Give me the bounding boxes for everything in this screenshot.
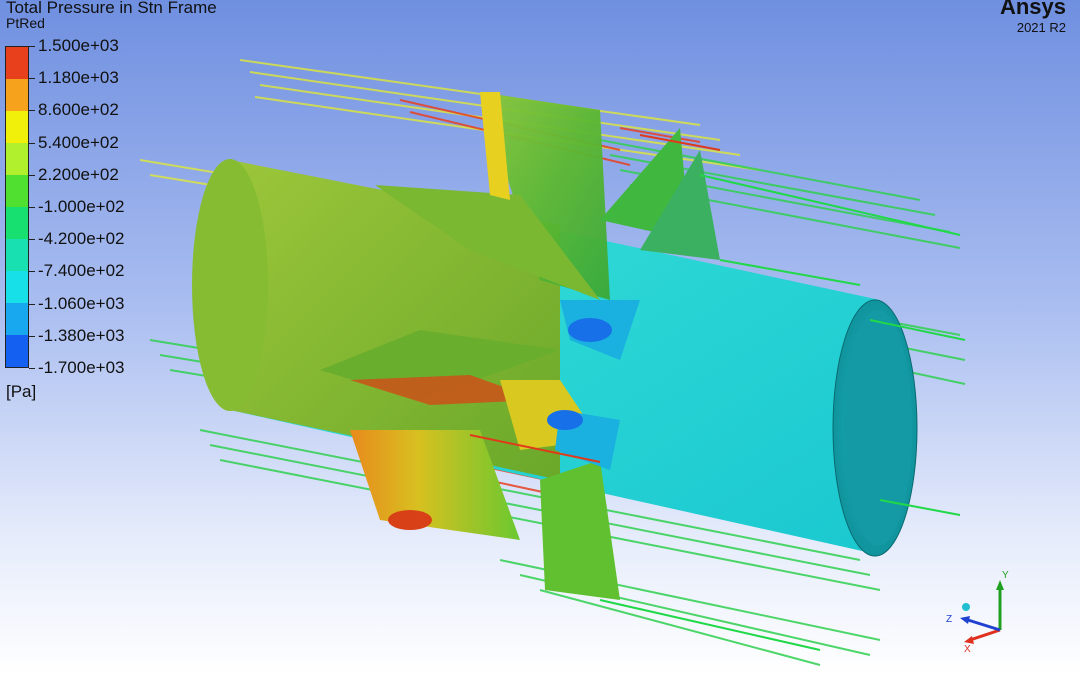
legend-color-band [6, 111, 28, 143]
legend-tick [29, 110, 35, 112]
legend-color-band [6, 175, 28, 207]
view-sphere-icon [962, 603, 970, 611]
legend-tick [29, 239, 35, 241]
legend-color-band [6, 47, 28, 79]
z-axis-arrow [967, 618, 1001, 632]
legend-tick [29, 368, 35, 369]
legend-label: 1.500e+03 [38, 36, 119, 55]
x-axis-label: X [964, 644, 971, 655]
legend-label: -7.400e+02 [38, 261, 125, 281]
legend-tick [29, 174, 35, 176]
variable-name: PtRed [6, 15, 45, 31]
legend-tick [29, 78, 35, 80]
legend-tick [29, 46, 35, 47]
axis-triad[interactable]: Y X Z [930, 560, 1030, 660]
legend-color-band [6, 143, 28, 175]
legend-tick [29, 271, 35, 273]
legend-color-band [6, 239, 28, 271]
legend-tick [29, 335, 35, 337]
legend-label: -1.000e+02 [38, 197, 125, 216]
legend-label: 1.180e+03 [38, 68, 119, 88]
version-label: 2021 R2 [1016, 20, 1066, 35]
legend-label: 8.600e+02 [38, 100, 119, 120]
color-legend-bar[interactable] [5, 46, 29, 368]
legend-color-band [6, 207, 28, 239]
legend-tick [29, 142, 35, 144]
z-axis-label: Z [946, 614, 952, 625]
legend-tick [29, 207, 35, 208]
legend-tick [29, 303, 35, 305]
x-axis-head [964, 636, 974, 644]
legend-label: 2.200e+02 [38, 164, 119, 184]
legend-label: -1.380e+03 [38, 325, 125, 345]
z-axis-head [960, 616, 970, 624]
x-axis-arrow [969, 628, 1001, 642]
legend-label: 5.400e+02 [38, 132, 119, 152]
legend-color-band [6, 271, 28, 303]
brand-logo: Ansys [999, 0, 1066, 19]
legend-label: -4.200e+02 [38, 229, 125, 249]
legend-unit: [Pa] [6, 382, 37, 401]
legend-color-band [6, 303, 28, 335]
legend-color-band [6, 79, 28, 111]
legend-label: -1.700e+03 [38, 358, 125, 377]
y-axis-label: Y [1002, 570, 1009, 581]
legend-label: -1.060e+03 [38, 293, 125, 313]
legend-color-band [6, 335, 28, 367]
y-axis-head [996, 580, 1004, 590]
flow-visualization[interactable] [0, 0, 1080, 675]
